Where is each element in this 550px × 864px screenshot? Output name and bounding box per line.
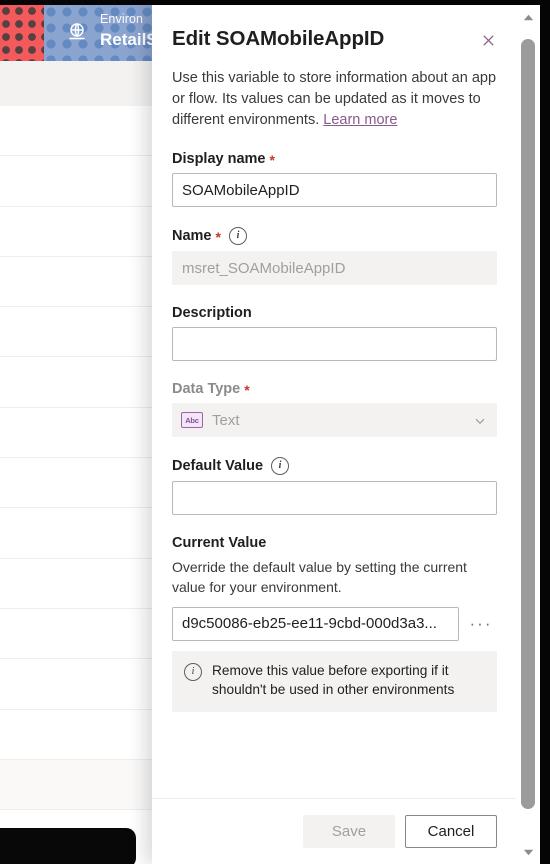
chevron-down-icon[interactable] <box>516 840 540 864</box>
banner-text: Environ RetailS <box>100 12 158 50</box>
current-value-label-text: Current Value <box>172 535 267 552</box>
default-value-input[interactable] <box>172 481 497 516</box>
banner-subtitle: Environ <box>100 12 144 26</box>
data-type-label: Data Type * <box>172 381 497 397</box>
bottom-left-black-panel <box>0 828 136 864</box>
page-title: Edit SOAMobileAppID <box>172 27 385 50</box>
scrollbar-track[interactable] <box>516 29 540 840</box>
field-display-name: Display name * <box>152 151 517 208</box>
default-value-label-text: Default Value <box>172 458 264 475</box>
current-value-input[interactable] <box>172 606 459 641</box>
dialog-header: Edit SOAMobileAppID <box>152 5 517 55</box>
info-icon[interactable]: i <box>271 457 290 476</box>
dialog-description: Use this variable to store information a… <box>152 55 517 131</box>
dialog-footer: Save Cancel <box>152 798 517 864</box>
data-type-value: Text <box>212 411 240 429</box>
banner-title: RetailS <box>100 29 158 49</box>
info-icon: i <box>184 662 202 681</box>
default-value-label: Default Value i <box>172 457 497 476</box>
chevron-up-icon[interactable] <box>516 5 540 29</box>
banner-pattern-red <box>0 5 44 61</box>
current-value-note-text: Remove this value before exporting if it… <box>212 662 455 698</box>
scrollbar-thumb[interactable] <box>521 39 535 809</box>
vertical-scrollbar[interactable] <box>516 5 540 864</box>
field-current-value: Current Value Override the default value… <box>152 535 517 641</box>
data-type-dropdown: Abc Text <box>172 403 497 438</box>
name-label-text: Name <box>172 228 212 245</box>
field-description: Description <box>152 305 517 362</box>
close-icon[interactable] <box>473 25 503 55</box>
current-value-row: ··· <box>172 606 497 641</box>
learn-more-link[interactable]: Learn more <box>323 112 397 128</box>
name-label: Name * i <box>172 227 497 246</box>
data-type-label-text: Data Type <box>172 381 241 398</box>
current-value-help-text: Override the default value by setting th… <box>172 559 467 596</box>
field-data-type: Data Type * Abc Text <box>152 381 517 438</box>
field-default-value: Default Value i <box>152 457 517 516</box>
chevron-down-icon <box>474 414 486 426</box>
right-device-edge <box>540 0 550 864</box>
save-button[interactable]: Save <box>303 815 395 848</box>
name-input <box>172 251 497 286</box>
display-name-label-text: Display name <box>172 151 266 168</box>
ellipsis-icon[interactable]: ··· <box>465 608 497 640</box>
globe-icon <box>65 21 89 45</box>
current-value-note: i Remove this value before exporting if … <box>172 650 497 712</box>
required-marker: * <box>244 382 250 399</box>
display-name-label: Display name * <box>172 151 497 167</box>
current-value-label: Current Value <box>172 535 497 551</box>
abc-text-icon: Abc <box>181 412 203 429</box>
description-label-text: Description <box>172 305 252 322</box>
field-name: Name * i <box>152 227 517 286</box>
info-icon[interactable]: i <box>228 227 247 246</box>
required-marker: * <box>215 229 221 246</box>
screen: Environ RetailS 3 days ag 3 days ag 3 da… <box>0 0 550 864</box>
edit-variable-dialog: Edit SOAMobileAppID Use this variable to… <box>152 5 517 864</box>
display-name-input[interactable] <box>172 173 497 208</box>
dialog-body: Edit SOAMobileAppID Use this variable to… <box>152 5 517 798</box>
required-marker: * <box>269 152 275 169</box>
description-label: Description <box>172 305 497 321</box>
description-input[interactable] <box>172 327 497 362</box>
cancel-button[interactable]: Cancel <box>405 815 497 848</box>
